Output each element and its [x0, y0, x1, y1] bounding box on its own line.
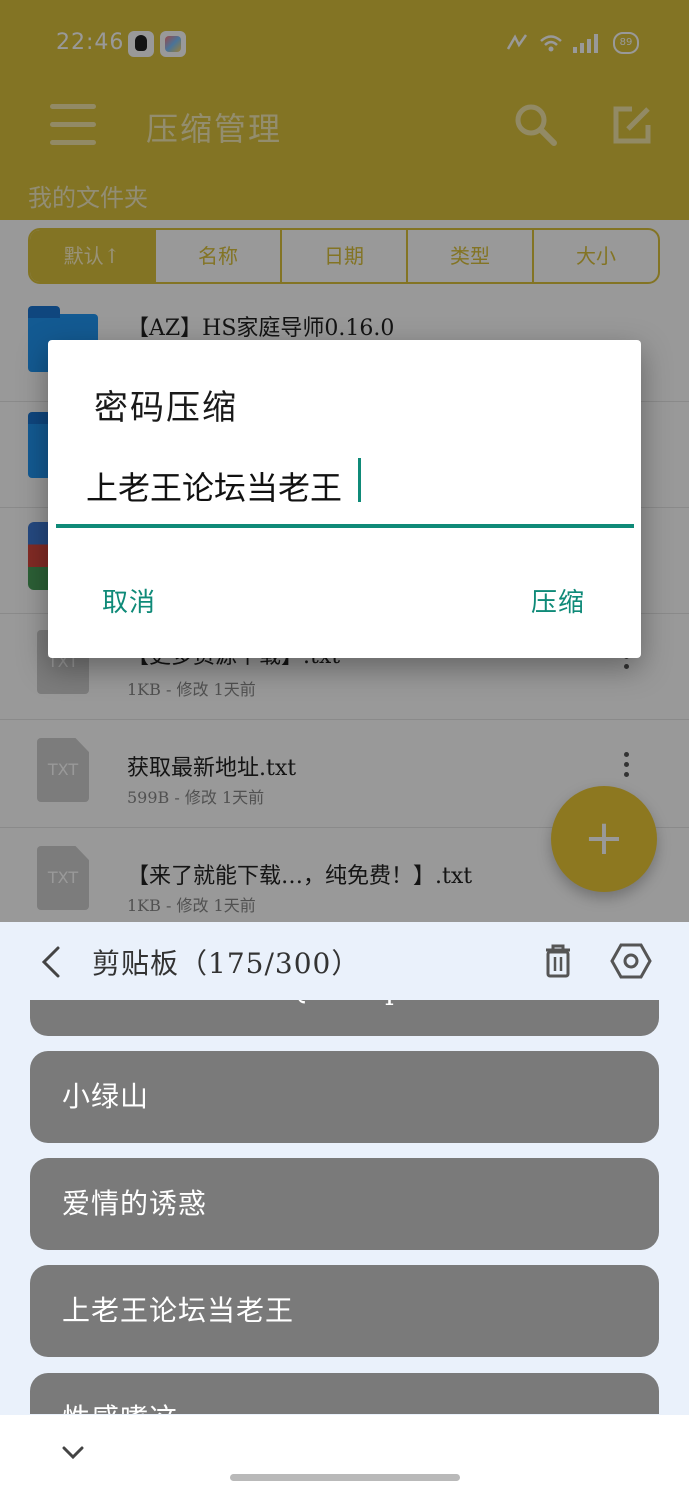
home-indicator[interactable] — [230, 1474, 460, 1481]
password-input[interactable] — [56, 448, 634, 528]
clipboard-title: 剪贴板（175/300） — [92, 947, 361, 980]
clipboard-item[interactable]: 小绿山 — [30, 1051, 659, 1143]
clipboard-header: 剪贴板（175/300） — [0, 922, 689, 1000]
compress-button[interactable]: 压缩 — [531, 582, 585, 619]
clipboard-item[interactable]: KZkNEDkZNWQDEWp2VkoSFk8ZWkTG — [30, 1000, 659, 1036]
clipboard-item[interactable]: 爱情的诱惑 — [30, 1158, 659, 1250]
clipboard-panel: 剪贴板（175/300） KZkNEDkZNWQDEWp2VkoSFk8ZWkT… — [0, 922, 689, 1500]
clipboard-item[interactable]: 性感嗜这 — [30, 1373, 659, 1414]
chevron-down-icon[interactable] — [62, 1445, 84, 1461]
keyboard-bar — [0, 1415, 689, 1500]
text-cursor — [358, 458, 361, 502]
back-icon[interactable] — [36, 944, 66, 980]
trash-icon[interactable] — [540, 942, 576, 980]
clipboard-list: KZkNEDkZNWQDEWp2VkoSFk8ZWkTG 小绿山 爱情的诱惑 上… — [0, 1000, 689, 1414]
password-compress-dialog: 密码压缩 取消 压缩 — [48, 340, 641, 658]
file-manager-screen: 22:46 89 压缩管理 我的文件夹 默认↑ 名称 日期 类型 大小 【AZ】… — [0, 0, 689, 922]
clipboard-item[interactable]: 上老王论坛当老王 — [30, 1265, 659, 1357]
cancel-button[interactable]: 取消 — [102, 582, 156, 619]
dialog-title: 密码压缩 — [94, 388, 238, 428]
settings-icon[interactable] — [610, 940, 652, 982]
